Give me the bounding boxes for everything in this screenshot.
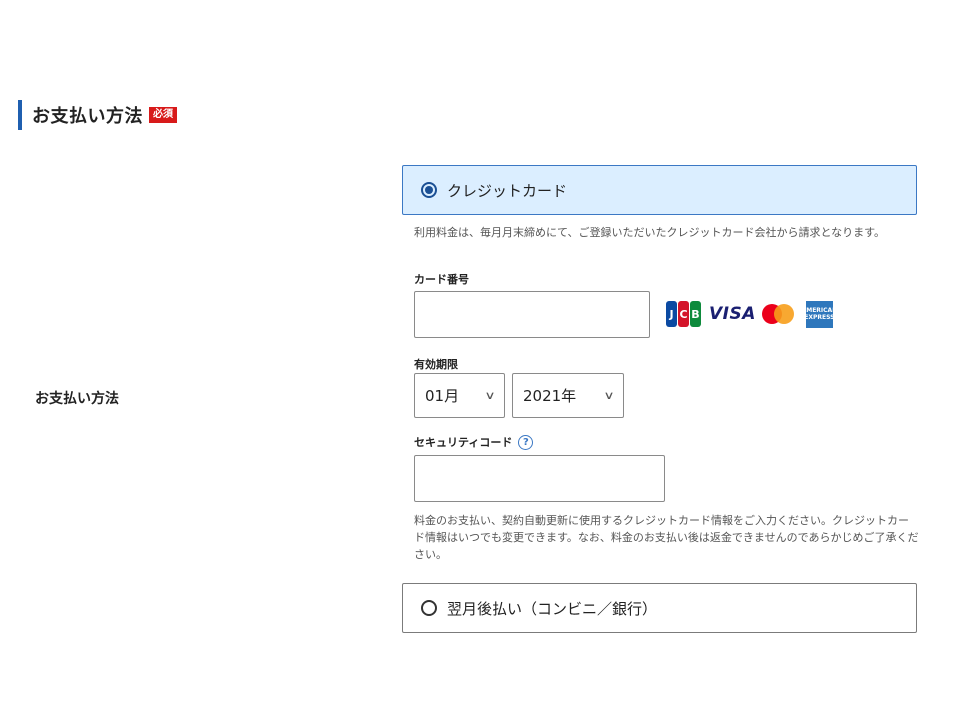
expiry-label-text: 有効期限 — [414, 358, 458, 371]
visa-logo-icon: VISA — [709, 304, 756, 324]
jcb-letter: B — [690, 301, 701, 327]
jcb-logo-icon: J C B — [666, 301, 702, 327]
payment-method-row-label: お支払い方法 — [35, 391, 119, 407]
deferred-payment-option-label: 翌月後払い（コンビニ／銀行） — [447, 599, 658, 618]
credit-card-option[interactable]: クレジットカード — [402, 165, 917, 215]
section-accent-bar — [18, 100, 22, 130]
required-badge: 必須 — [149, 107, 177, 123]
expiry-label: 有効期限 — [414, 356, 458, 372]
help-question-icon[interactable]: ? — [518, 434, 534, 450]
amex-text: EXPRESS — [804, 314, 835, 321]
expiry-month-value: 01月 — [425, 387, 460, 405]
deferred-payment-option[interactable]: 翌月後払い（コンビニ／銀行） — [402, 583, 917, 633]
card-number-input[interactable] — [414, 291, 650, 338]
expiry-year-select[interactable]: 2021年 ∨ — [512, 373, 624, 418]
billing-note: 利用料金は、毎月月末締めにて、ご登録いただいたクレジットカード会社から請求となり… — [414, 226, 886, 239]
credit-card-option-label: クレジットカード — [447, 181, 568, 200]
security-code-input[interactable] — [414, 455, 665, 502]
jcb-letter: J — [666, 301, 677, 327]
mastercard-logo-icon — [761, 303, 794, 325]
section-title: お支払い方法 — [32, 106, 143, 127]
deferred-payment-radio[interactable] — [421, 600, 437, 616]
jcb-letter: C — [678, 301, 689, 327]
expiry-month-select[interactable]: 01月 ∨ — [414, 373, 505, 418]
chevron-down-icon: ∨ — [484, 389, 496, 402]
amex-text: AMERICAN — [801, 307, 838, 314]
radio-checked-dot-icon — [425, 186, 433, 194]
card-number-label: カード番号 — [414, 271, 469, 287]
expiry-year-value: 2021年 — [523, 387, 577, 405]
amex-logo-icon: AMERICAN EXPRESS — [802, 300, 837, 328]
section-header: お支払い方法 必須 — [18, 100, 177, 130]
payment-page: お支払い方法 必須 お支払い方法 クレジットカード 利用料金は、毎月月末締めにて… — [0, 0, 960, 720]
card-number-label-text: カード番号 — [414, 273, 469, 286]
card-brand-logos: J C B VISA AMERICAN EXPRESS — [666, 300, 837, 328]
card-info-note: 料金のお支払い、契約自動更新に使用するクレジットカード情報をご入力ください。クレ… — [414, 514, 919, 561]
chevron-down-icon: ∨ — [603, 389, 615, 402]
credit-card-radio[interactable] — [421, 182, 437, 198]
security-code-label: セキュリティコード ? — [414, 434, 534, 450]
security-code-label-text: セキュリティコード — [414, 436, 513, 449]
